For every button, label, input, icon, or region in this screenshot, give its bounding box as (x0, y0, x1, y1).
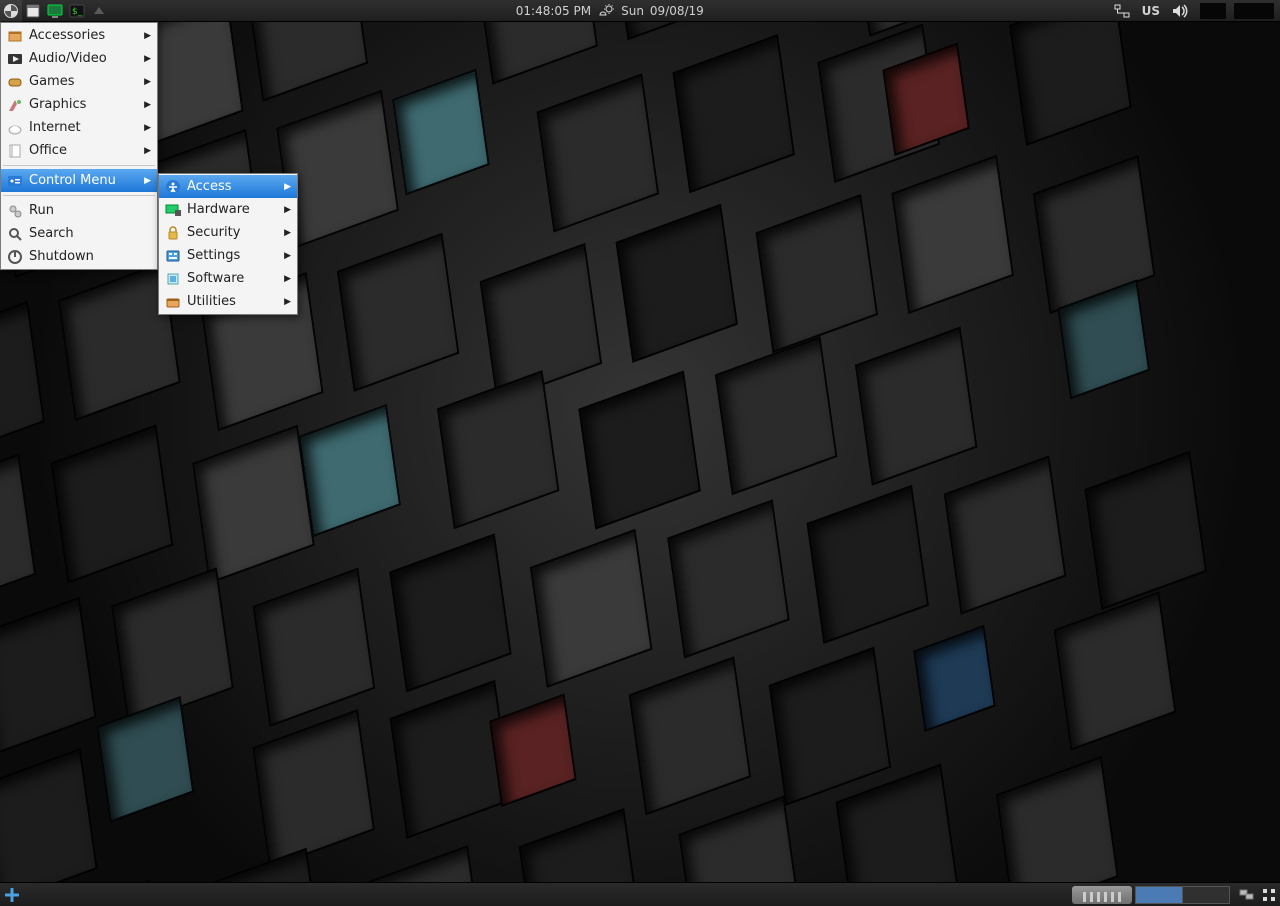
menu-audiovideo[interactable]: Audio/Video ▶ (1, 47, 157, 70)
menu-accessories[interactable]: Accessories ▶ (1, 24, 157, 47)
chevron-right-icon: ▶ (144, 54, 151, 64)
menu-internet[interactable]: Internet ▶ (1, 116, 157, 139)
keyboard-layout-indicator[interactable]: US (1138, 0, 1164, 22)
chevron-right-icon: ▶ (284, 297, 291, 307)
application-menu-button[interactable] (0, 0, 22, 22)
file-manager-launcher[interactable] (22, 0, 44, 22)
svg-text:$_: $_ (72, 7, 83, 17)
desktop-wallpaper (0, 0, 1280, 906)
chevron-right-icon: ▶ (144, 176, 151, 186)
hardware-icon (165, 202, 181, 218)
access-icon (165, 179, 181, 195)
clock-date: 09/08/19 (650, 4, 704, 18)
office-icon (7, 143, 23, 159)
tray-placeholder-2[interactable] (1234, 3, 1274, 19)
chevron-right-icon: ▶ (284, 228, 291, 238)
pager-decoration (1072, 886, 1132, 904)
games-icon (7, 74, 23, 90)
window-list-icon[interactable] (1236, 884, 1258, 906)
terminal-launcher[interactable]: $_ (66, 0, 88, 22)
volume-icon[interactable] (1168, 0, 1194, 22)
menu-graphics[interactable]: Graphics ▶ (1, 93, 157, 116)
submenu-utilities[interactable]: Utilities ▶ (159, 290, 297, 313)
clock-time: 01:48:05 PM (516, 4, 591, 18)
workspace-2[interactable] (1182, 886, 1230, 904)
control-icon (7, 173, 23, 189)
submenu-security[interactable]: Security ▶ (159, 221, 297, 244)
chevron-right-icon: ▶ (284, 205, 291, 215)
settings-icon (165, 248, 181, 264)
menu-control-menu[interactable]: Control Menu ▶ (1, 169, 157, 192)
panel-apps-icon[interactable] (1258, 884, 1280, 906)
chevron-right-icon: ▶ (144, 31, 151, 41)
search-icon (7, 226, 23, 242)
menu-separator (3, 195, 155, 196)
submenu-hardware[interactable]: Hardware ▶ (159, 198, 297, 221)
accessories-icon (7, 28, 23, 44)
workspace-1[interactable] (1135, 886, 1183, 904)
security-icon (165, 225, 181, 241)
application-menu: Accessories ▶ Audio/Video ▶ Games ▶ Grap… (0, 22, 158, 270)
shutdown-icon (7, 249, 23, 265)
menu-search[interactable]: Search (1, 222, 157, 245)
utilities-icon (165, 294, 181, 310)
workspace-pager[interactable] (1072, 886, 1230, 904)
weather-icon (597, 3, 615, 19)
panel-up-icon[interactable] (88, 0, 110, 22)
clock-applet[interactable]: 01:48:05 PM Sun 09/08/19 (512, 3, 708, 19)
chevron-right-icon: ▶ (144, 77, 151, 87)
menu-games[interactable]: Games ▶ (1, 70, 157, 93)
network-icon[interactable] (1110, 0, 1134, 22)
internet-icon (7, 120, 23, 136)
submenu-access[interactable]: Access ▶ (159, 175, 297, 198)
control-submenu: Access ▶ Hardware ▶ Security ▶ Settings … (158, 173, 298, 315)
submenu-settings[interactable]: Settings ▶ (159, 244, 297, 267)
graphics-icon (7, 97, 23, 113)
audiovideo-icon (7, 51, 23, 67)
display-launcher[interactable] (44, 0, 66, 22)
show-desktop-button[interactable] (0, 883, 24, 906)
chevron-right-icon: ▶ (284, 274, 291, 284)
menu-shutdown[interactable]: Shutdown (1, 245, 157, 268)
clock-day: Sun (621, 4, 644, 18)
software-icon (165, 271, 181, 287)
chevron-right-icon: ▶ (144, 146, 151, 156)
top-panel: $_ 01:48:05 PM Sun 09/08/19 US (0, 0, 1280, 22)
menu-run[interactable]: Run (1, 199, 157, 222)
tray-placeholder-1[interactable] (1200, 3, 1226, 19)
chevron-right-icon: ▶ (284, 251, 291, 261)
bottom-panel (0, 882, 1280, 906)
chevron-right-icon: ▶ (284, 182, 291, 192)
menu-separator (3, 165, 155, 166)
menu-office[interactable]: Office ▶ (1, 139, 157, 162)
submenu-software[interactable]: Software ▶ (159, 267, 297, 290)
chevron-right-icon: ▶ (144, 100, 151, 110)
chevron-right-icon: ▶ (144, 123, 151, 133)
run-icon (7, 203, 23, 219)
system-tray: US (1110, 0, 1280, 22)
